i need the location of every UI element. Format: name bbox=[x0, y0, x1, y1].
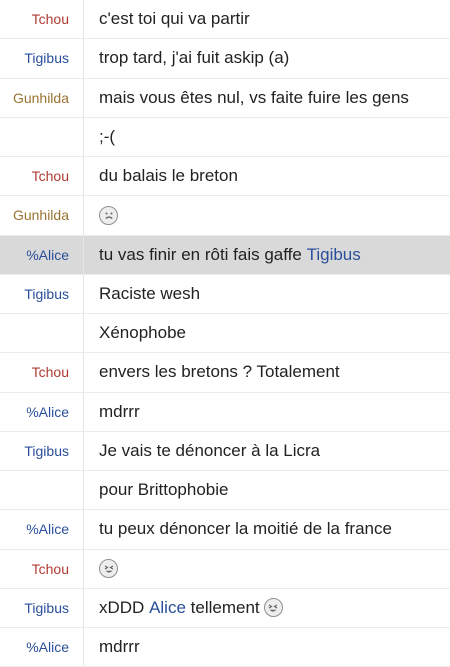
message-body: tu vas finir en rôti fais gaffe Tigibus bbox=[84, 236, 450, 274]
chat-message-row: Gunhilda mais vous êtes nul, vs faite fui… bbox=[0, 78, 450, 118]
message-nick[interactable] bbox=[0, 471, 84, 510]
chat-message-row: pour Brittophobie bbox=[0, 471, 450, 511]
message-nick[interactable]: %Alice bbox=[0, 392, 84, 431]
chat-message-row: Gunhilda bbox=[0, 196, 450, 236]
message-text: tu vas finir en rôti fais gaffe bbox=[99, 244, 307, 264]
message-body: Raciste wesh bbox=[84, 275, 450, 313]
message-text: pour Brittophobie bbox=[99, 480, 229, 500]
message-body: envers les bretons ? Totalement bbox=[84, 353, 450, 391]
message-nick[interactable]: %Alice bbox=[0, 628, 84, 667]
chat-message-row: %Alice mdrrr bbox=[0, 628, 450, 667]
chat-message-row: %Alice mdrrr bbox=[0, 392, 450, 432]
message-text: xDDD bbox=[99, 597, 150, 617]
message-body: pour Brittophobie bbox=[84, 471, 450, 509]
message-nick[interactable]: Tchou bbox=[0, 549, 84, 588]
message-nick[interactable]: %Alice bbox=[0, 510, 84, 549]
message-body: mais vous êtes nul, vs faite fuire les g… bbox=[84, 79, 450, 117]
message-nick[interactable]: Tchou bbox=[0, 0, 84, 39]
message-text: Xénophobe bbox=[99, 323, 186, 343]
sad-face-emoji-icon bbox=[99, 205, 118, 225]
message-text: mdrrr bbox=[99, 637, 140, 657]
message-body bbox=[84, 550, 450, 588]
message-nick[interactable]: Tchou bbox=[0, 157, 84, 196]
chat-message-row: Tchou c'est toi qui va partir bbox=[0, 0, 450, 40]
message-body: Je vais te dénoncer à la Licra bbox=[84, 432, 450, 470]
message-text: mais vous êtes nul, vs faite fuire les g… bbox=[99, 87, 409, 107]
message-nick[interactable] bbox=[0, 314, 84, 353]
message-body: mdrrr bbox=[84, 393, 450, 431]
laughing-face-emoji-icon bbox=[263, 598, 283, 618]
message-nick[interactable]: Tchou bbox=[0, 353, 84, 392]
message-text: ;-( bbox=[99, 126, 116, 146]
message-nick[interactable]: Gunhilda bbox=[0, 196, 84, 235]
message-body bbox=[84, 196, 450, 234]
message-text: tu peux dénoncer la moitié de la france bbox=[99, 519, 392, 539]
chat-message-row: Tigibus Raciste wesh bbox=[0, 274, 450, 314]
message-nick[interactable]: Tigibus bbox=[0, 431, 84, 470]
chat-message-row: Xénophobe bbox=[0, 314, 450, 354]
message-body: tu peux dénoncer la moitié de la france bbox=[84, 510, 450, 548]
message-text: envers les bretons ? Totalement bbox=[99, 362, 340, 382]
message-text: Raciste wesh bbox=[99, 283, 201, 303]
message-body: Xénophobe bbox=[84, 314, 450, 352]
message-nick[interactable]: Tigibus bbox=[0, 274, 84, 313]
message-text-after: tellement bbox=[185, 597, 260, 617]
message-text: trop tard, j'ai fuit askip (a) bbox=[99, 48, 290, 68]
message-text: c'est toi qui va partir bbox=[99, 9, 250, 29]
message-text: Je vais te dénoncer à la Licra bbox=[99, 440, 321, 460]
message-body: xDDD Alice tellement bbox=[84, 589, 450, 627]
laughing-face-emoji-icon bbox=[99, 559, 118, 579]
message-body: trop tard, j'ai fuit askip (a) bbox=[84, 39, 450, 77]
message-nick[interactable]: Tigibus bbox=[0, 588, 84, 627]
mention-link[interactable]: Tigibus bbox=[307, 245, 361, 265]
mention-link[interactable]: Alice bbox=[149, 598, 186, 618]
chat-message-row: Tigibus trop tard, j'ai fuit askip (a) bbox=[0, 39, 450, 79]
chat-message-row: %Alice tu vas finir en rôti fais gaffe Ti… bbox=[0, 235, 450, 275]
chat-message-row: Tigibus Je vais te dénoncer à la Licra bbox=[0, 431, 450, 471]
chat-message-row: Tchou du balais le breton bbox=[0, 157, 450, 197]
message-body: du balais le breton bbox=[84, 157, 450, 195]
message-text: mdrrr bbox=[99, 401, 140, 421]
chat-message-row: %Alice tu peux dénoncer la moitié de la f… bbox=[0, 510, 450, 550]
chat-message-row: Tchou envers les bretons ? Totalement bbox=[0, 353, 450, 393]
message-body: ;-( bbox=[84, 118, 450, 156]
chat-message-row: Tigibus xDDD Alice tellement bbox=[0, 588, 450, 628]
chat-message-row: Tchou bbox=[0, 549, 450, 589]
message-body: mdrrr bbox=[84, 628, 450, 666]
message-body: c'est toi qui va partir bbox=[84, 0, 450, 38]
chat-message-row: ;-( bbox=[0, 117, 450, 157]
message-text: du balais le breton bbox=[99, 166, 238, 186]
message-nick[interactable]: Tigibus bbox=[0, 39, 84, 78]
message-nick[interactable]: Gunhilda bbox=[0, 78, 84, 117]
message-nick[interactable] bbox=[0, 117, 84, 156]
message-nick[interactable]: %Alice bbox=[0, 235, 84, 274]
chat-log: Tchou c'est toi qui va partir Tigibus trop … bbox=[0, 0, 450, 667]
